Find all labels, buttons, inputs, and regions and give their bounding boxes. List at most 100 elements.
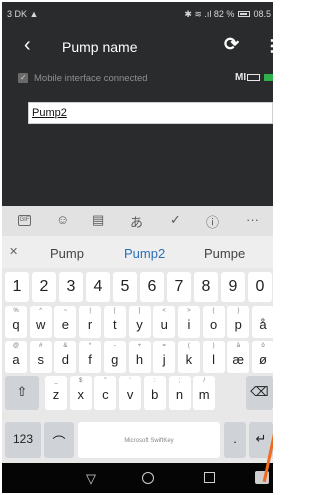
page-title: Pump name xyxy=(62,39,138,55)
letter-key[interactable]: | r xyxy=(79,306,102,338)
letter-key[interactable]: ; n xyxy=(168,376,191,410)
key-hint: ) xyxy=(212,343,215,349)
app-bar: ‹ Pump name ⟳ ⋮ xyxy=(2,26,273,68)
letter-key[interactable]: ^ w xyxy=(29,306,52,338)
letter-key[interactable]: / m xyxy=(193,376,216,410)
more-horiz-icon[interactable]: ··· xyxy=(246,212,259,227)
key-hint: ä xyxy=(236,343,240,349)
letter-key[interactable]: & d xyxy=(54,341,77,373)
number-key[interactable]: 7 xyxy=(167,272,191,302)
letter-key[interactable]: @ a xyxy=(5,341,27,373)
check-icon: ✓ xyxy=(20,73,27,82)
pump-name-value[interactable]: Pump2 xyxy=(32,107,67,119)
key-label: 2 xyxy=(39,278,49,295)
letter-key[interactable]: _ z xyxy=(45,376,67,410)
letter-key[interactable]: ] y xyxy=(128,306,151,338)
key-label: f xyxy=(88,352,92,367)
pump-name-input[interactable]: Pump2 xyxy=(28,102,273,124)
key-hint: [ xyxy=(113,308,116,314)
key-label: 5 xyxy=(120,278,130,295)
key-label: t xyxy=(112,317,117,332)
sticker-icon[interactable]: ☺ xyxy=(56,212,69,227)
device-status-indicator xyxy=(264,74,273,81)
key-hint: + xyxy=(137,343,142,349)
letter-key[interactable]: ~ e xyxy=(54,306,77,338)
screenshot-frame: 3 DK ▲ ✱ ≋ .ıl 82 % 08.5 ‹ Pump name ⟳ ⋮… xyxy=(0,0,275,495)
space-brand-label: Microsoft SwiftKey xyxy=(124,438,174,444)
key-hint: } xyxy=(237,308,240,314)
key-label: w xyxy=(35,317,46,332)
translate-icon[interactable]: あ xyxy=(130,212,143,231)
key-hint: * xyxy=(88,343,92,349)
nav-bar: ▽ xyxy=(2,463,273,493)
letter-key[interactable]: } p xyxy=(227,306,250,338)
key-label: y xyxy=(136,317,143,332)
check-icon[interactable]: ✓ xyxy=(170,212,181,228)
clipboard-icon[interactable]: ▤ xyxy=(92,212,104,228)
number-key[interactable]: 1 xyxy=(5,272,29,302)
letter-key[interactable]: {o xyxy=(202,306,225,338)
more-vert-icon[interactable]: ⋮ xyxy=(264,36,273,56)
letter-key[interactable]: å xyxy=(252,306,273,338)
key-label: æ xyxy=(232,352,245,367)
chevron-left-icon[interactable]: ‹ xyxy=(24,34,31,57)
letter-key[interactable]: ' v xyxy=(119,376,142,410)
connection-label: Mobile interface connected xyxy=(34,73,148,84)
number-key[interactable]: 0 xyxy=(248,272,272,302)
key-label: 4 xyxy=(93,278,103,295)
letter-key[interactable]: # s xyxy=(29,341,52,373)
number-key[interactable]: 9 xyxy=(221,272,245,302)
mic-icon[interactable]: ⌒ xyxy=(44,422,74,458)
letter-key[interactable]: " c xyxy=(94,376,117,410)
gif-icon[interactable]: GIF xyxy=(18,215,31,226)
info-icon[interactable]: ⓘ xyxy=(206,212,219,231)
letter-key[interactable]: öø xyxy=(252,341,273,373)
key-label: k xyxy=(185,352,193,367)
numbers-key[interactable]: 123 xyxy=(5,422,41,458)
key-label: h xyxy=(135,352,144,367)
refresh-icon[interactable]: ⟳ xyxy=(224,34,239,55)
letter-key[interactable]: -g xyxy=(103,341,126,373)
collapse-icon[interactable]: ✕ xyxy=(9,245,18,258)
letter-key[interactable]: % q xyxy=(5,306,27,338)
key-label: 0 xyxy=(255,278,265,295)
suggestion-bar: ✕ Pump Pump2 Pumpe xyxy=(2,236,273,268)
key-hint: : xyxy=(153,378,156,384)
suggestion-item[interactable]: Pump xyxy=(50,246,84,261)
letter-key[interactable]: [t xyxy=(103,306,126,338)
letter-key[interactable]: > i xyxy=(177,306,200,338)
number-key[interactable]: 3 xyxy=(59,272,83,302)
number-key[interactable]: 6 xyxy=(140,272,164,302)
number-key[interactable]: 4 xyxy=(86,272,110,302)
key-label: n xyxy=(175,387,184,402)
letter-key[interactable]: äæ xyxy=(227,341,250,373)
letter-key[interactable]: $ x xyxy=(69,376,92,410)
status-bar: 3 DK ▲ ✱ ≋ .ıl 82 % 08.5 xyxy=(2,2,273,26)
suggestion-item[interactable]: Pumpe xyxy=(204,246,245,261)
letter-key[interactable]: :b xyxy=(143,376,166,410)
key-label: i xyxy=(187,317,191,332)
nav-back-icon[interactable]: ▽ xyxy=(86,471,96,487)
key-label: a xyxy=(12,352,20,367)
key-hint: _ xyxy=(54,378,58,384)
number-key[interactable]: 2 xyxy=(32,272,56,302)
suggestion-item-selected[interactable]: Pump2 xyxy=(124,246,165,261)
letter-key[interactable]: ) l xyxy=(202,341,225,373)
key-hint: { xyxy=(212,308,215,314)
letter-key[interactable]: = j xyxy=(153,341,176,373)
letter-key[interactable]: * f xyxy=(79,341,102,373)
key-label: z xyxy=(52,387,60,402)
nav-recents-icon[interactable] xyxy=(204,472,215,483)
letter-key[interactable]: (k xyxy=(177,341,200,373)
period-key[interactable]: . xyxy=(224,422,246,458)
letter-key[interactable]: + h xyxy=(128,341,151,373)
key-hint: ^ xyxy=(39,308,43,314)
shift-icon[interactable]: ⇧ xyxy=(5,376,39,410)
number-key[interactable]: 5 xyxy=(113,272,137,302)
nav-home-icon[interactable] xyxy=(142,472,154,484)
space-key[interactable]: Microsoft SwiftKey xyxy=(78,422,220,458)
backspace-icon[interactable]: ⌫ xyxy=(246,376,273,410)
letter-key[interactable]: < u xyxy=(153,306,176,338)
number-key[interactable]: 8 xyxy=(194,272,218,302)
key-label: l xyxy=(212,352,216,367)
